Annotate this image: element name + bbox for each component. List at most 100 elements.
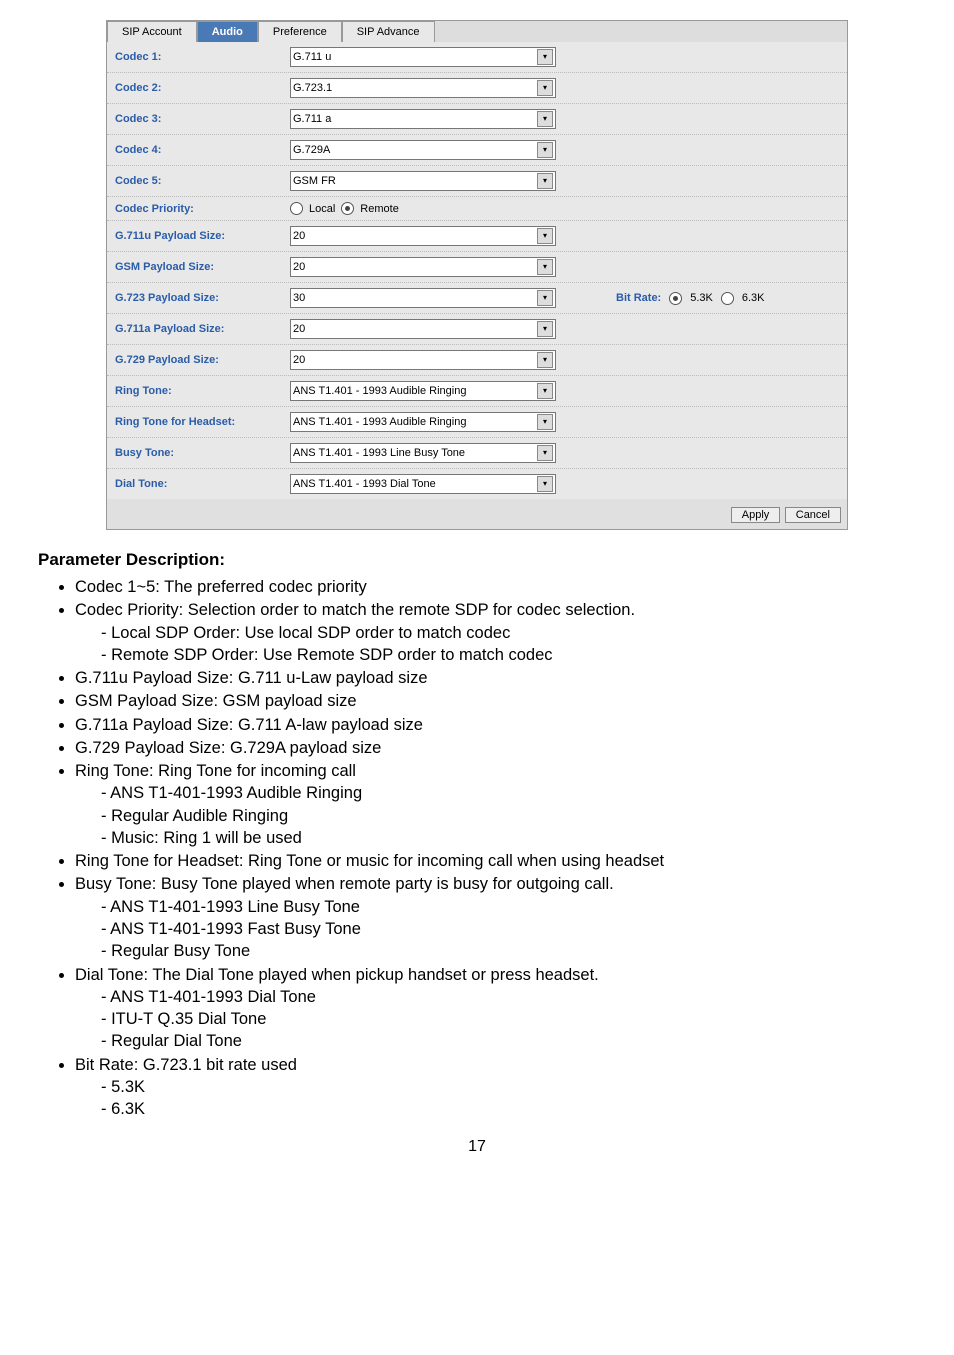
chevron-down-icon: ▾ <box>537 476 553 492</box>
apply-button[interactable]: Apply <box>731 507 781 523</box>
sub-list-item: ANS T1-401-1993 Fast Busy Tone <box>101 918 934 940</box>
radio-53k[interactable] <box>669 292 682 305</box>
chevron-down-icon: ▾ <box>537 290 553 306</box>
select-value: G.729A <box>293 144 330 156</box>
label-codec5: Codec 5: <box>115 175 290 187</box>
select-codec4[interactable]: G.729A ▾ <box>290 140 556 160</box>
label-dialtone: Dial Tone: <box>115 478 290 490</box>
select-ringtone-headset[interactable]: ANS T1.401 - 1993 Audible Ringing ▾ <box>290 412 556 432</box>
tab-preference[interactable]: Preference <box>258 21 342 42</box>
tab-audio[interactable]: Audio <box>197 21 258 42</box>
select-g723[interactable]: 30 ▾ <box>290 288 556 308</box>
chevron-down-icon: ▾ <box>537 321 553 337</box>
label-g711a: G.711a Payload Size: <box>115 323 290 335</box>
text: Codec Priority: Selection order to match… <box>75 601 635 619</box>
radio-63k-label: 6.3K <box>742 292 765 304</box>
select-gsm[interactable]: 20 ▾ <box>290 257 556 277</box>
select-ringtone[interactable]: ANS T1.401 - 1993 Audible Ringing ▾ <box>290 381 556 401</box>
chevron-down-icon: ▾ <box>537 142 553 158</box>
sub-list-item: ANS T1-401-1993 Dial Tone <box>101 986 934 1008</box>
select-codec2[interactable]: G.723.1 ▾ <box>290 78 556 98</box>
section-title: Parameter Description: <box>38 550 934 570</box>
label-g711u: G.711u Payload Size: <box>115 230 290 242</box>
tab-sip-account[interactable]: SIP Account <box>107 21 197 42</box>
select-codec5[interactable]: GSM FR ▾ <box>290 171 556 191</box>
cancel-button[interactable]: Cancel <box>785 507 841 523</box>
select-value: ANS T1.401 - 1993 Audible Ringing <box>293 416 466 428</box>
label-ringtone-headset: Ring Tone for Headset: <box>115 416 290 428</box>
select-value: ANS T1.401 - 1993 Audible Ringing <box>293 385 466 397</box>
chevron-down-icon: ▾ <box>537 259 553 275</box>
text: Busy Tone: Busy Tone played when remote … <box>75 875 614 893</box>
list-item: Dial Tone: The Dial Tone played when pic… <box>75 964 934 1053</box>
select-value: ANS T1.401 - 1993 Dial Tone <box>293 478 436 490</box>
list-item: Codec Priority: Selection order to match… <box>75 599 934 666</box>
chevron-down-icon: ▾ <box>537 352 553 368</box>
chevron-down-icon: ▾ <box>537 228 553 244</box>
list-item: Codec 1~5: The preferred codec priority <box>75 576 934 598</box>
select-value: 20 <box>293 323 305 335</box>
label-busytone: Busy Tone: <box>115 447 290 459</box>
select-value: G.711 u <box>293 51 331 63</box>
sub-list-item: Remote SDP Order: Use Remote SDP order t… <box>101 644 934 666</box>
label-codec1: Codec 1: <box>115 51 290 63</box>
radio-63k[interactable] <box>721 292 734 305</box>
label-g729: G.729 Payload Size: <box>115 354 290 366</box>
label-ringtone: Ring Tone: <box>115 385 290 397</box>
select-codec3[interactable]: G.711 a ▾ <box>290 109 556 129</box>
tab-bar: SIP Account Audio Preference SIP Advance <box>107 21 847 42</box>
sub-list-item: Regular Busy Tone <box>101 940 934 962</box>
select-value: ANS T1.401 - 1993 Line Busy Tone <box>293 447 465 459</box>
chevron-down-icon: ▾ <box>537 80 553 96</box>
radio-53k-label: 5.3K <box>690 292 713 304</box>
select-g711a[interactable]: 20 ▾ <box>290 319 556 339</box>
radio-remote[interactable] <box>341 202 354 215</box>
select-g711u[interactable]: 20 ▾ <box>290 226 556 246</box>
label-bitrate: Bit Rate: <box>616 292 661 304</box>
label-codec2: Codec 2: <box>115 82 290 94</box>
sub-list-item: ANS T1-401-1993 Line Busy Tone <box>101 896 934 918</box>
list-item: G.711u Payload Size: G.711 u-Law payload… <box>75 667 934 689</box>
chevron-down-icon: ▾ <box>537 414 553 430</box>
sub-list-item: Music: Ring 1 will be used <box>101 827 934 849</box>
select-g729[interactable]: 20 ▾ <box>290 350 556 370</box>
sub-list-item: Regular Audible Ringing <box>101 805 934 827</box>
radio-local[interactable] <box>290 202 303 215</box>
chevron-down-icon: ▾ <box>537 111 553 127</box>
select-value: 20 <box>293 230 305 242</box>
text: Bit Rate: G.723.1 bit rate used <box>75 1056 297 1074</box>
list-item: G.729 Payload Size: G.729A payload size <box>75 737 934 759</box>
select-dialtone[interactable]: ANS T1.401 - 1993 Dial Tone ▾ <box>290 474 556 494</box>
select-value: 20 <box>293 261 305 273</box>
text: Dial Tone: The Dial Tone played when pic… <box>75 966 599 984</box>
label-g723: G.723 Payload Size: <box>115 292 290 304</box>
select-busytone[interactable]: ANS T1.401 - 1993 Line Busy Tone ▾ <box>290 443 556 463</box>
label-gsm: GSM Payload Size: <box>115 261 290 273</box>
list-item: Ring Tone: Ring Tone for incoming call A… <box>75 760 934 849</box>
select-value: G.723.1 <box>293 82 332 94</box>
list-item: Ring Tone for Headset: Ring Tone or musi… <box>75 850 934 872</box>
select-value: G.711 a <box>293 113 331 125</box>
sub-list-item: 6.3K <box>101 1098 934 1120</box>
sub-list-item: ITU-T Q.35 Dial Tone <box>101 1008 934 1030</box>
label-codec3: Codec 3: <box>115 113 290 125</box>
sub-list-item: ANS T1-401-1993 Audible Ringing <box>101 782 934 804</box>
parameter-list: Codec 1~5: The preferred codec priority … <box>75 576 934 1120</box>
chevron-down-icon: ▾ <box>537 383 553 399</box>
chevron-down-icon: ▾ <box>537 445 553 461</box>
select-codec1[interactable]: G.711 u ▾ <box>290 47 556 67</box>
select-value: 30 <box>293 292 305 304</box>
sub-list-item: Local SDP Order: Use local SDP order to … <box>101 622 934 644</box>
select-value: GSM FR <box>293 175 336 187</box>
radio-remote-label: Remote <box>360 203 399 215</box>
radio-local-label: Local <box>309 203 335 215</box>
chevron-down-icon: ▾ <box>537 173 553 189</box>
sub-list-item: Regular Dial Tone <box>101 1030 934 1052</box>
chevron-down-icon: ▾ <box>537 49 553 65</box>
text: Ring Tone: Ring Tone for incoming call <box>75 762 356 780</box>
page-number: 17 <box>20 1138 934 1156</box>
tab-sip-advance[interactable]: SIP Advance <box>342 21 435 42</box>
list-item: Bit Rate: G.723.1 bit rate used 5.3K 6.3… <box>75 1054 934 1121</box>
config-screenshot: SIP Account Audio Preference SIP Advance… <box>106 20 848 530</box>
label-codec-priority: Codec Priority: <box>115 203 290 215</box>
